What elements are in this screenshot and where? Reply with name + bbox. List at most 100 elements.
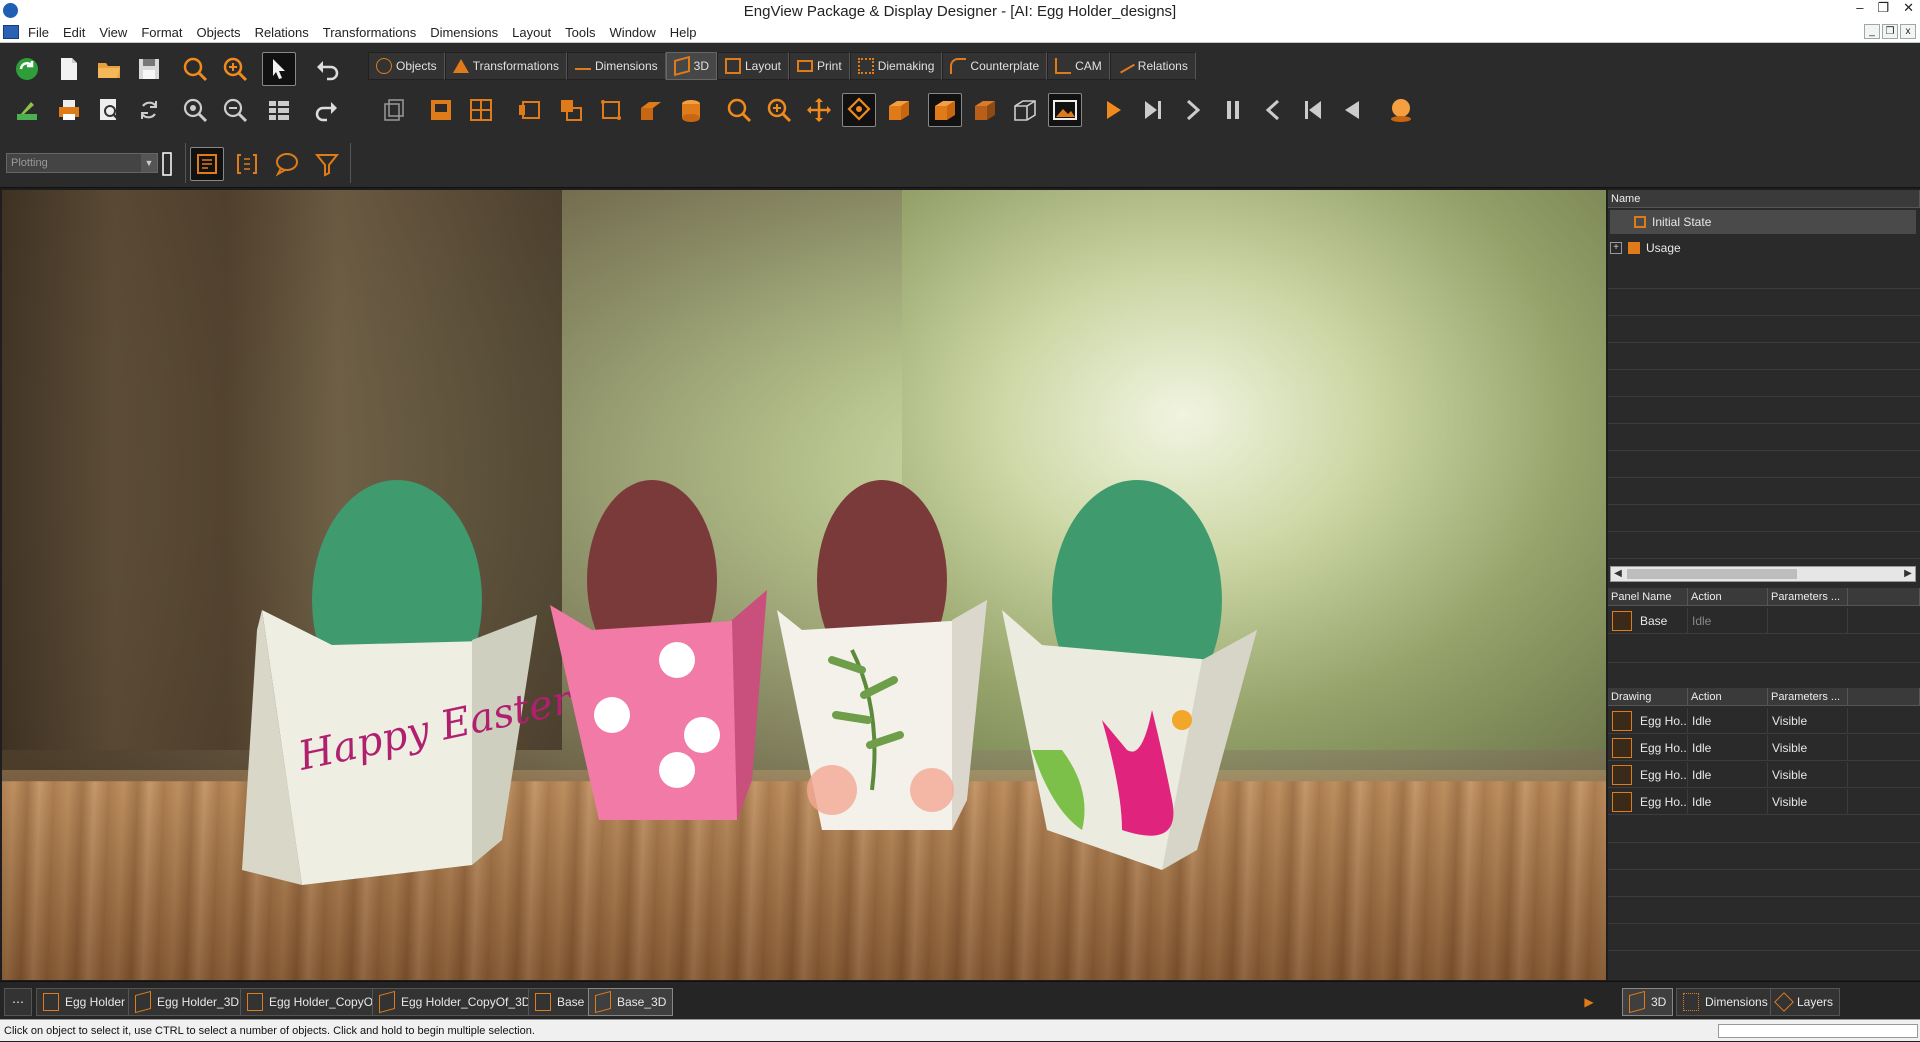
- expand-plus-icon[interactable]: +: [1610, 242, 1622, 254]
- tab-3d[interactable]: 3D: [665, 52, 717, 80]
- col-drawing[interactable]: Drawing: [1608, 688, 1688, 706]
- open-button[interactable]: [92, 52, 126, 86]
- fold-bend-button[interactable]: [594, 93, 628, 127]
- annotation-tool-button[interactable]: [190, 147, 224, 181]
- menu-file[interactable]: File: [28, 25, 49, 40]
- pan-button[interactable]: [802, 93, 836, 127]
- panel-tab-layers[interactable]: Layers: [1770, 988, 1841, 1016]
- doc-tab-egg-holder-copyof-3d[interactable]: Egg Holder_CopyOf_3D: [372, 988, 538, 1016]
- orbit-button[interactable]: [842, 93, 876, 127]
- menu-view[interactable]: View: [99, 25, 127, 40]
- balloon-tool-button[interactable]: [270, 147, 304, 181]
- col-panel-action[interactable]: Action: [1688, 588, 1768, 606]
- play-to-start-button[interactable]: [1296, 93, 1330, 127]
- tab-diemaking[interactable]: Diemaking: [849, 52, 943, 80]
- play-button[interactable]: [1096, 93, 1130, 127]
- play-to-end-button[interactable]: [1136, 93, 1170, 127]
- minimize-icon[interactable]: –: [1856, 0, 1863, 16]
- tree-header[interactable]: Name: [1608, 190, 1920, 208]
- fold-left-button[interactable]: [514, 93, 548, 127]
- print-button[interactable]: [52, 93, 86, 127]
- menu-help[interactable]: Help: [670, 25, 697, 40]
- fold-tool-button[interactable]: [424, 93, 458, 127]
- lighting-button[interactable]: [1384, 93, 1418, 127]
- fold-right-button[interactable]: [554, 93, 588, 127]
- filter-tool-button[interactable]: [310, 147, 344, 181]
- table-row[interactable]: Egg Ho... Idle Visible: [1608, 735, 1920, 761]
- menu-dimensions[interactable]: Dimensions: [430, 25, 498, 40]
- new-button[interactable]: [52, 52, 86, 86]
- zoom-in-3d-button[interactable]: [762, 93, 796, 127]
- save-button[interactable]: [132, 52, 166, 86]
- zoom-3d-button[interactable]: [722, 93, 756, 127]
- redo-button[interactable]: [310, 93, 344, 127]
- close-icon[interactable]: ✕: [1903, 0, 1914, 16]
- doc-tab-base[interactable]: Base: [528, 988, 592, 1016]
- tab-cam[interactable]: CAM: [1047, 52, 1110, 80]
- table-row[interactable]: Egg Ho... Idle Visible: [1608, 708, 1920, 734]
- scroll-right-icon[interactable]: ▶: [1901, 567, 1915, 581]
- horizontal-scrollbar[interactable]: ◀ ▶: [1610, 566, 1916, 582]
- table-row[interactable]: Base Idle: [1608, 608, 1920, 634]
- tab-objects[interactable]: Objects: [368, 52, 445, 80]
- step-back-button[interactable]: [1256, 93, 1290, 127]
- step-forward-button[interactable]: [1176, 93, 1210, 127]
- zoom-all-button[interactable]: [178, 93, 212, 127]
- more-tabs-button[interactable]: ⋯: [4, 988, 32, 1016]
- doc-tab-egg-holder-3d[interactable]: Egg Holder_3D: [128, 988, 247, 1016]
- col-drawing-action[interactable]: Action: [1688, 688, 1768, 706]
- menu-layout[interactable]: Layout: [512, 25, 551, 40]
- menu-window[interactable]: Window: [610, 25, 656, 40]
- undo-button[interactable]: [310, 52, 344, 86]
- egg-holder-1[interactable]: Happy Easter!: [242, 480, 591, 885]
- scroll-thumb[interactable]: [1627, 569, 1797, 579]
- color-swatch[interactable]: [160, 147, 174, 181]
- shaded-view-button[interactable]: [928, 93, 962, 127]
- table-row[interactable]: Egg Ho... Idle Visible: [1608, 789, 1920, 815]
- col-panel-name[interactable]: Panel Name: [1608, 588, 1688, 606]
- view-box-button[interactable]: [882, 93, 916, 127]
- table-row[interactable]: Egg Ho... Idle Visible: [1608, 762, 1920, 788]
- col-drawing-params[interactable]: Parameters ...: [1768, 688, 1848, 706]
- wireframe-view-button[interactable]: [1008, 93, 1042, 127]
- copy-3d-button[interactable]: [376, 93, 410, 127]
- tab-relations[interactable]: Relations: [1109, 52, 1196, 80]
- menu-objects[interactable]: Objects: [196, 25, 240, 40]
- play-reverse-button[interactable]: [1336, 93, 1370, 127]
- menu-format[interactable]: Format: [141, 25, 182, 40]
- menu-tools[interactable]: Tools: [565, 25, 595, 40]
- edit-button[interactable]: [10, 93, 44, 127]
- col-panel-params[interactable]: Parameters ...: [1768, 588, 1848, 606]
- doc-tab-egg-holder[interactable]: Egg Holder: [36, 988, 133, 1016]
- refresh-button[interactable]: [10, 52, 44, 86]
- zoom-out-button[interactable]: [218, 93, 252, 127]
- egg-holder-4[interactable]: [1002, 480, 1257, 870]
- cylinder-button[interactable]: [674, 93, 708, 127]
- tab-print[interactable]: Print: [789, 52, 850, 80]
- doc-tab-egg-holder-copyof[interactable]: Egg Holder_CopyOf: [240, 988, 384, 1016]
- background-image-button[interactable]: [1048, 93, 1082, 127]
- scroll-left-icon[interactable]: ◀: [1611, 567, 1625, 581]
- menu-relations[interactable]: Relations: [255, 25, 309, 40]
- restore-icon[interactable]: ❐: [1877, 0, 1889, 16]
- zoom-in-button[interactable]: [218, 52, 252, 86]
- mdi-restore-icon[interactable]: ❐: [1882, 24, 1898, 39]
- rotate-button[interactable]: [132, 93, 166, 127]
- tab-layout[interactable]: Layout: [716, 52, 790, 80]
- document-icon[interactable]: [3, 25, 19, 39]
- plotting-select[interactable]: Plotting ▼: [6, 153, 158, 173]
- scroll-tabs-right[interactable]: ▶: [1576, 988, 1602, 1016]
- fold-3d-button[interactable]: [634, 93, 668, 127]
- print-preview-button[interactable]: [92, 93, 126, 127]
- 3d-viewport[interactable]: Happy Easter!: [2, 190, 1606, 980]
- menu-edit[interactable]: Edit: [63, 25, 85, 40]
- tab-dimensions[interactable]: Dimensions: [566, 52, 666, 80]
- mdi-close-icon[interactable]: x: [1900, 24, 1916, 39]
- bracket-tool-button[interactable]: [230, 147, 264, 181]
- egg-holder-3[interactable]: [777, 480, 987, 830]
- egg-holder-2[interactable]: [550, 480, 767, 820]
- tree-item-usage[interactable]: + Usage: [1610, 236, 1916, 260]
- grid-button[interactable]: [262, 93, 296, 127]
- tab-transformations[interactable]: Transformations: [444, 52, 567, 80]
- panel-tab-3d[interactable]: 3D: [1622, 988, 1674, 1016]
